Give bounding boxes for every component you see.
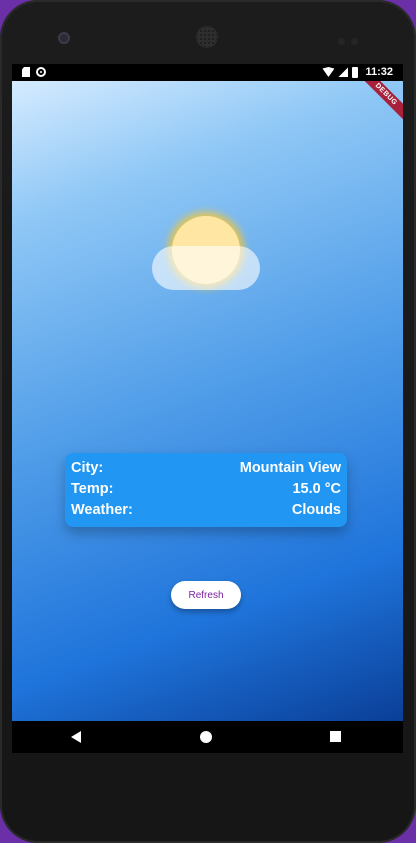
home-icon[interactable] — [200, 731, 212, 743]
status-time: 11:32 — [365, 66, 393, 78]
weather-row: Weather: Clouds — [71, 500, 341, 520]
front-camera-icon — [58, 32, 70, 44]
weather-value: Clouds — [291, 502, 341, 518]
city-label: City: — [71, 460, 104, 476]
navigation-bar — [12, 721, 403, 753]
sd-card-icon — [22, 67, 30, 77]
status-bar: 11:32 — [12, 64, 403, 81]
weather-label: Weather: — [71, 502, 133, 518]
back-icon[interactable] — [71, 731, 81, 743]
cloud-icon — [152, 246, 260, 290]
speaker-grille-icon — [197, 27, 217, 47]
status-left — [22, 67, 46, 77]
app-body: DEBUG City: Mountain View Temp: 15.0 °C … — [12, 81, 403, 721]
record-icon — [36, 67, 46, 77]
sensors — [338, 32, 368, 45]
refresh-button[interactable]: Refresh — [171, 581, 241, 609]
city-row: City: Mountain View — [71, 458, 341, 478]
wifi-icon — [322, 67, 335, 77]
temp-label: Temp: — [71, 481, 114, 497]
status-right: 11:32 — [322, 66, 393, 78]
screen: 11:32 DEBUG City: Mountain View Temp: 15… — [12, 64, 403, 753]
debug-banner: DEBUG — [357, 81, 403, 124]
temp-value: 15.0 °C — [292, 481, 341, 497]
recents-icon[interactable] — [330, 731, 341, 742]
sun-behind-cloud-icon — [152, 216, 262, 296]
temp-row: Temp: 15.0 °C — [71, 479, 341, 499]
battery-icon — [352, 66, 359, 78]
city-value: Mountain View — [239, 460, 341, 476]
weather-info-card: City: Mountain View Temp: 15.0 °C Weathe… — [65, 453, 347, 527]
phone-frame: 11:32 DEBUG City: Mountain View Temp: 15… — [0, 0, 416, 843]
signal-icon — [338, 67, 349, 77]
